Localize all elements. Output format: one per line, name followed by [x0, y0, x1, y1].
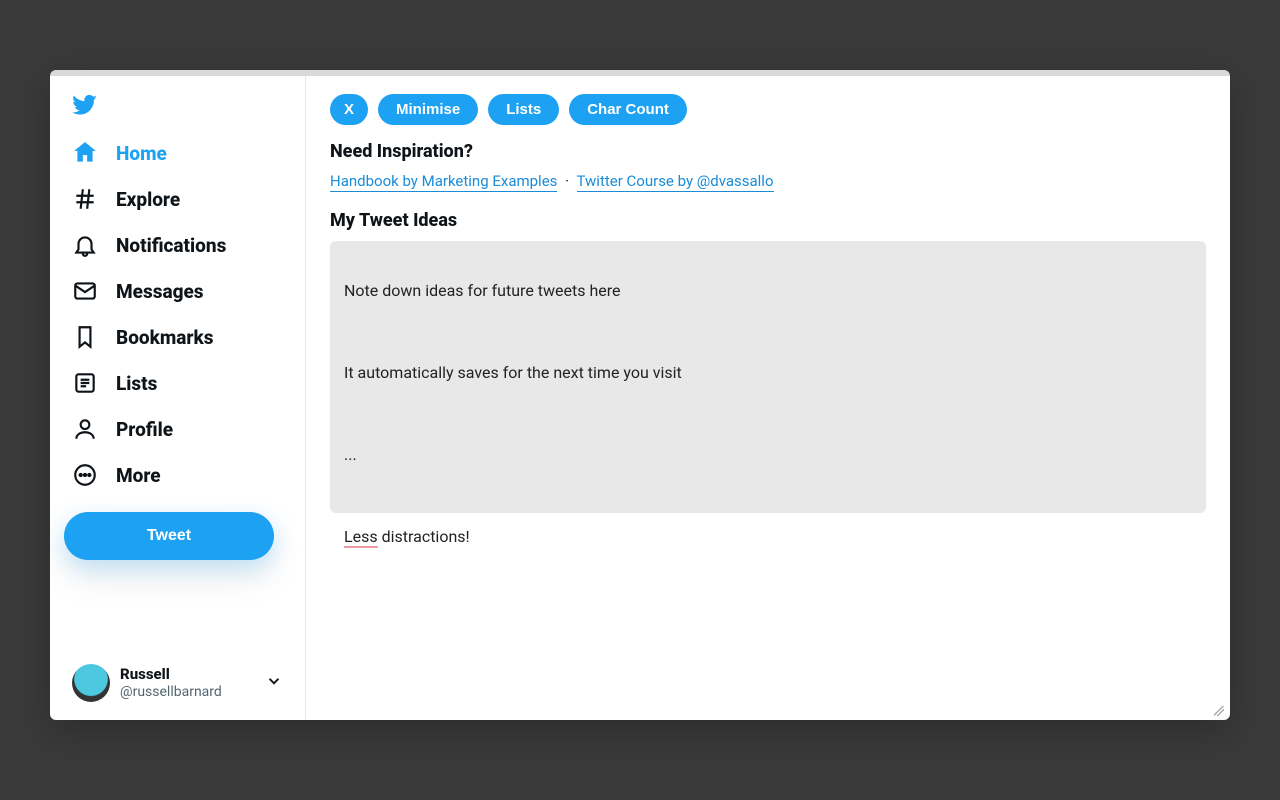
sidebar-item-label: Lists [116, 372, 157, 395]
link-marketing-handbook[interactable]: Handbook by Marketing Examples [330, 172, 557, 192]
toolbar: X Minimise Lists Char Count [330, 94, 1206, 125]
sidebar-item-label: Messages [116, 280, 204, 303]
sidebar-item-profile[interactable]: Profile [64, 406, 291, 452]
sidebar-item-label: Home [116, 142, 167, 165]
sidebar-item-home[interactable]: Home [64, 130, 291, 176]
ideas-heading: My Tweet Ideas [330, 210, 1206, 231]
separator-dot: · [561, 172, 573, 190]
sidebar-item-label: Explore [116, 188, 180, 211]
chevron-down-icon [265, 672, 283, 694]
ideas-line: ... [344, 443, 1192, 467]
bookmark-icon [72, 324, 98, 350]
close-button[interactable]: X [330, 94, 368, 125]
sidebar-item-messages[interactable]: Messages [64, 268, 291, 314]
sidebar-item-explore[interactable]: Explore [64, 176, 291, 222]
home-icon [72, 140, 98, 166]
sidebar-item-more[interactable]: More [64, 452, 291, 498]
app-window: Home Explore Notifications Messages [50, 70, 1230, 720]
inspiration-links: Handbook by Marketing Examples · Twitter… [330, 172, 1206, 190]
ideas-line: Note down ideas for future tweets here [344, 279, 1192, 303]
sidebar-item-notifications[interactable]: Notifications [64, 222, 291, 268]
main-content: X Minimise Lists Char Count Need Inspira… [306, 76, 1230, 720]
nav: Home Explore Notifications Messages [64, 130, 291, 498]
tweet-ideas-textarea[interactable]: Note down ideas for future tweets here I… [330, 241, 1206, 513]
tweet-button[interactable]: Tweet [64, 512, 274, 560]
ideas-line: Less distractions! [344, 525, 1192, 549]
sidebar-item-label: Notifications [116, 234, 226, 257]
avatar [72, 664, 110, 702]
bell-icon [72, 232, 98, 258]
account-switcher[interactable]: Russell @russellbarnard [64, 656, 291, 710]
resize-handle-icon[interactable] [1214, 706, 1224, 716]
profile-icon [72, 416, 98, 442]
logo[interactable] [64, 86, 291, 124]
twitter-bird-icon [72, 92, 98, 118]
ideas-line: It automatically saves for the next time… [344, 361, 1192, 385]
lists-button[interactable]: Lists [488, 94, 559, 125]
account-text: Russell @russellbarnard [120, 666, 255, 699]
more-icon [72, 462, 98, 488]
sidebar-item-label: Bookmarks [116, 326, 214, 349]
sidebar-item-bookmarks[interactable]: Bookmarks [64, 314, 291, 360]
sidebar-item-lists[interactable]: Lists [64, 360, 291, 406]
account-handle: @russellbarnard [120, 684, 255, 700]
account-name: Russell [120, 666, 255, 683]
sidebar: Home Explore Notifications Messages [50, 76, 306, 720]
inspiration-heading: Need Inspiration? [330, 141, 1206, 162]
envelope-icon [72, 278, 98, 304]
sidebar-item-label: More [116, 464, 161, 487]
minimise-button[interactable]: Minimise [378, 94, 478, 125]
hash-icon [72, 186, 98, 212]
link-twitter-course[interactable]: Twitter Course by @dvassallo [577, 172, 774, 192]
spellcheck-underline: Less [344, 527, 378, 548]
list-icon [72, 370, 98, 396]
sidebar-item-label: Profile [116, 418, 173, 441]
char-count-button[interactable]: Char Count [569, 94, 687, 125]
